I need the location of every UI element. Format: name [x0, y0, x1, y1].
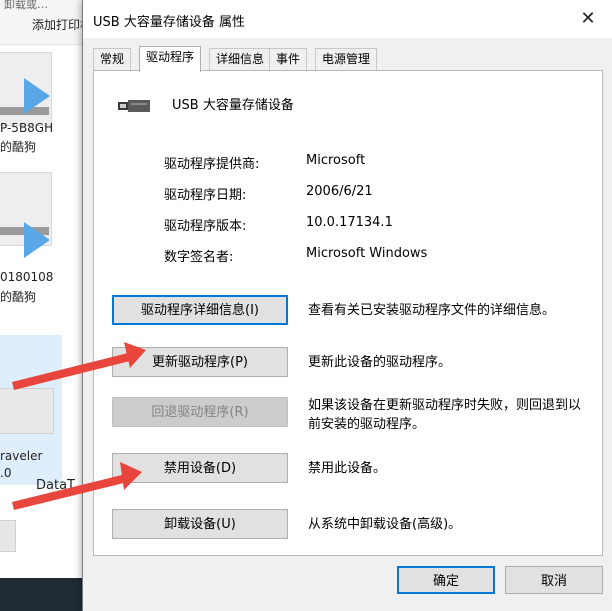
usb-drive-icon	[0, 388, 54, 434]
usb-device-icon	[118, 100, 150, 112]
usb-drive-icon	[0, 520, 16, 552]
roll-back-driver-button: 回退驱动程序(R)	[112, 397, 288, 427]
device-label: 的酷狗	[0, 140, 37, 154]
driver-version-label: 驱动程序版本:	[164, 219, 247, 234]
digital-signer-value: Microsoft Windows	[306, 246, 428, 261]
update-driver-description: 更新此设备的驱动程序。	[308, 355, 452, 370]
device-label: 的酷狗	[0, 290, 37, 304]
dialog-titlebar[interactable]: USB 大容量存储设备 属性 ✕	[83, 0, 612, 38]
tab-driver[interactable]: 驱动程序	[139, 46, 202, 72]
toolbar-top-text: 卸载或…	[4, 0, 48, 11]
uninstall-device-button[interactable]: 卸载设备(U)	[112, 509, 288, 539]
device-label: .0	[0, 466, 12, 480]
device-label: 0180108	[0, 270, 54, 284]
tab-details[interactable]: 详细信息	[209, 48, 272, 70]
tab-events[interactable]: 事件	[269, 48, 308, 70]
explorer-toolbar: 卸载或… 添加打印机	[0, 0, 90, 45]
media-play-icon	[24, 222, 50, 258]
driver-version-value: 10.0.17134.1	[306, 215, 393, 230]
tab-general[interactable]: 常规	[93, 48, 132, 70]
uninstall-device-description: 从系统中卸载设备(高级)。	[308, 517, 462, 532]
close-icon[interactable]: ✕	[577, 8, 599, 30]
device-name: USB 大容量存储设备	[172, 98, 294, 113]
device-label: DataT	[36, 478, 75, 493]
driver-date-value: 2006/6/21	[306, 184, 373, 199]
ok-button[interactable]: 确定	[397, 566, 495, 594]
background-explorer-window: 卸载或… 添加打印机 P-5B8GH 的酷狗 0180108 的酷狗 ravel…	[0, 0, 90, 611]
device-label: P-5B8GH	[0, 121, 54, 135]
driver-details-description: 查看有关已安装驱动程序文件的详细信息。	[308, 303, 556, 318]
driver-provider-label: 驱动程序提供商:	[164, 157, 260, 172]
driver-date-label: 驱动程序日期:	[164, 188, 247, 203]
media-play-icon	[24, 78, 50, 114]
device-label: raveler	[0, 449, 43, 463]
cancel-button[interactable]: 取消	[505, 566, 603, 594]
driver-details-button[interactable]: 驱动程序详细信息(I)	[112, 295, 288, 325]
roll-back-driver-description: 如果该设备在更新驱动程序时失败，则回退到以前安装的驱动程序。	[308, 398, 582, 432]
update-driver-button[interactable]: 更新驱动程序(P)	[112, 347, 288, 377]
driver-provider-value: Microsoft	[306, 153, 366, 168]
driver-tab-panel: USB 大容量存储设备 驱动程序提供商: Microsoft 驱动程序日期: 2…	[93, 70, 603, 556]
properties-dialog: USB 大容量存储设备 属性 ✕ 常规 驱动程序 详细信息 事件 电源管理 US…	[82, 0, 612, 611]
disable-device-button[interactable]: 禁用设备(D)	[112, 453, 288, 483]
dialog-title: USB 大容量存储设备 属性	[93, 15, 245, 30]
tab-power-management[interactable]: 电源管理	[315, 48, 378, 70]
taskbar	[0, 578, 90, 611]
digital-signer-label: 数字签名者:	[164, 250, 234, 265]
disable-device-description: 禁用此设备。	[308, 461, 387, 476]
